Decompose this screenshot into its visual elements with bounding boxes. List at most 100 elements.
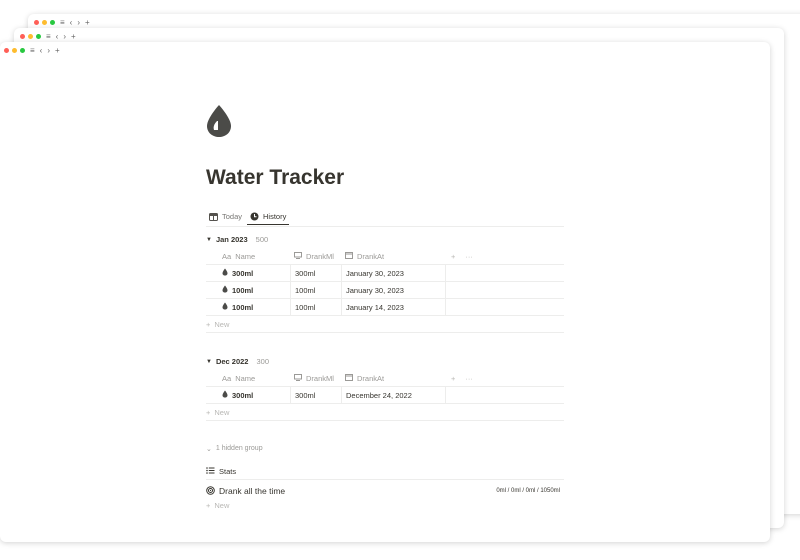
column-label: DrankMl bbox=[306, 251, 334, 261]
cell-name[interactable]: 100ml bbox=[206, 299, 290, 315]
new-label: New bbox=[214, 501, 230, 510]
stats-view-label: Stats bbox=[219, 466, 237, 476]
collapse-triangle-icon[interactable]: ▼ bbox=[206, 237, 212, 243]
new-label: New bbox=[214, 319, 230, 329]
water-drop-icon bbox=[222, 302, 228, 312]
tab-today[interactable]: Today bbox=[206, 208, 245, 225]
cell-name[interactable]: 100ml bbox=[206, 282, 290, 298]
table-row[interactable]: 100ml 100ml January 14, 2023 bbox=[206, 299, 564, 316]
hidden-groups-toggle[interactable]: ⌄ 1 hidden group bbox=[206, 445, 263, 453]
new-tab-icon[interactable]: + bbox=[85, 18, 90, 27]
maximize-dot[interactable] bbox=[36, 34, 41, 39]
column-name[interactable]: Aa Name bbox=[206, 248, 290, 264]
close-dot[interactable] bbox=[4, 48, 9, 53]
minimize-dot[interactable] bbox=[42, 20, 47, 25]
cell-name[interactable]: 300ml bbox=[206, 265, 290, 281]
column-name[interactable]: Aa Name bbox=[206, 370, 290, 386]
row-name: 100ml bbox=[232, 285, 254, 295]
page-title[interactable]: Water Tracker bbox=[206, 166, 344, 190]
column-label: Name bbox=[235, 251, 256, 261]
close-dot[interactable] bbox=[20, 34, 25, 39]
history-table: Aa Name DrankMl DrankAt + ··· 300ml 300m… bbox=[206, 370, 564, 421]
stats-item[interactable]: Drank all the time 0ml / 0ml / 0ml / 105… bbox=[206, 484, 564, 498]
number-type-icon bbox=[294, 251, 302, 261]
collapse-triangle-icon[interactable]: ▼ bbox=[206, 359, 212, 365]
group-label: Jan 2023 bbox=[215, 235, 248, 244]
new-item-button[interactable]: + New bbox=[206, 501, 229, 510]
group-label: Dec 2022 bbox=[215, 357, 249, 366]
column-label: DrankMl bbox=[306, 373, 334, 383]
table-header: Aa Name DrankMl DrankAt + ··· bbox=[206, 248, 564, 265]
minimize-dot[interactable] bbox=[12, 48, 17, 53]
forward-icon[interactable]: › bbox=[63, 32, 66, 41]
column-drank-at[interactable]: DrankAt bbox=[341, 370, 445, 386]
view-tabs: Today History bbox=[206, 208, 564, 227]
group-header[interactable]: ▼ Dec 2022 300 bbox=[206, 357, 269, 366]
chevron-down-icon: ⌄ bbox=[206, 446, 212, 453]
forward-icon[interactable]: › bbox=[47, 46, 50, 55]
more-options-icon[interactable]: ··· bbox=[465, 374, 473, 383]
window-controls: ≡ ‹ › + bbox=[4, 46, 60, 55]
table-icon bbox=[209, 212, 218, 221]
cell-drank-at[interactable]: December 24, 2022 bbox=[341, 387, 445, 403]
text-type-icon: Aa bbox=[222, 373, 232, 383]
plus-icon: + bbox=[206, 501, 211, 510]
column-drank-ml[interactable]: DrankMl bbox=[290, 370, 341, 386]
list-icon bbox=[206, 466, 215, 476]
menu-icon[interactable]: ≡ bbox=[60, 18, 65, 27]
history-table: Aa Name DrankMl DrankAt + ··· 300ml 300m… bbox=[206, 248, 564, 333]
calendar-icon bbox=[345, 251, 353, 261]
stats-item-title: Drank all the time bbox=[206, 485, 285, 497]
cell-drank-ml[interactable]: 300ml bbox=[290, 265, 341, 281]
row-name: 100ml bbox=[232, 302, 254, 312]
water-drop-icon bbox=[222, 285, 228, 295]
cell-drank-at[interactable]: January 30, 2023 bbox=[341, 265, 445, 281]
cell-drank-ml[interactable]: 100ml bbox=[290, 282, 341, 298]
tab-label: Today bbox=[222, 212, 243, 221]
close-dot[interactable] bbox=[34, 20, 39, 25]
table-row[interactable]: 300ml 300ml January 30, 2023 bbox=[206, 265, 564, 282]
water-drop-icon bbox=[222, 268, 228, 278]
maximize-dot[interactable] bbox=[50, 20, 55, 25]
add-property-icon[interactable]: + bbox=[451, 374, 455, 383]
column-label: DrankAt bbox=[357, 251, 385, 261]
row-name: 300ml bbox=[232, 268, 254, 278]
tab-history[interactable]: History bbox=[247, 208, 290, 225]
column-label: DrankAt bbox=[357, 373, 385, 383]
cell-drank-ml[interactable]: 100ml bbox=[290, 299, 341, 315]
table-row[interactable]: 100ml 100ml January 30, 2023 bbox=[206, 282, 564, 299]
cell-name[interactable]: 300ml bbox=[206, 387, 290, 403]
forward-icon[interactable]: › bbox=[77, 18, 80, 27]
column-drank-at[interactable]: DrankAt bbox=[341, 248, 445, 264]
more-options-icon[interactable]: ··· bbox=[465, 252, 473, 261]
group-count: 300 bbox=[256, 357, 269, 366]
group-count: 500 bbox=[255, 235, 269, 244]
water-drop-icon[interactable] bbox=[206, 104, 238, 140]
minimize-dot[interactable] bbox=[28, 34, 33, 39]
maximize-dot[interactable] bbox=[20, 48, 25, 53]
new-tab-icon[interactable]: + bbox=[71, 32, 76, 41]
menu-icon[interactable]: ≡ bbox=[30, 46, 35, 55]
hidden-group-label: 1 hidden group bbox=[215, 445, 263, 452]
back-icon[interactable]: ‹ bbox=[56, 32, 59, 41]
cell-drank-ml[interactable]: 300ml bbox=[290, 387, 341, 403]
back-icon[interactable]: ‹ bbox=[70, 18, 73, 27]
cell-drank-at[interactable]: January 30, 2023 bbox=[341, 282, 445, 298]
menu-icon[interactable]: ≡ bbox=[46, 32, 51, 41]
number-type-icon bbox=[294, 373, 302, 383]
add-property-icon[interactable]: + bbox=[451, 252, 455, 261]
new-row-button[interactable]: + New bbox=[206, 404, 564, 421]
column-drank-ml[interactable]: DrankMl bbox=[290, 248, 341, 264]
new-row-button[interactable]: + New bbox=[206, 316, 564, 333]
table-row[interactable]: 300ml 300ml December 24, 2022 bbox=[206, 387, 564, 404]
row-name: 300ml bbox=[232, 390, 254, 400]
cell-drank-at[interactable]: January 14, 2023 bbox=[341, 299, 445, 315]
new-tab-icon[interactable]: + bbox=[55, 46, 60, 55]
plus-icon: + bbox=[206, 319, 211, 329]
cell-empty bbox=[445, 265, 564, 281]
stats-view-header[interactable]: Stats bbox=[206, 463, 564, 480]
group-header[interactable]: ▼ Jan 2023 500 bbox=[206, 235, 268, 244]
back-icon[interactable]: ‹ bbox=[40, 46, 43, 55]
column-actions: + ··· bbox=[445, 248, 564, 264]
window-controls: ≡ ‹ › + bbox=[34, 18, 90, 27]
